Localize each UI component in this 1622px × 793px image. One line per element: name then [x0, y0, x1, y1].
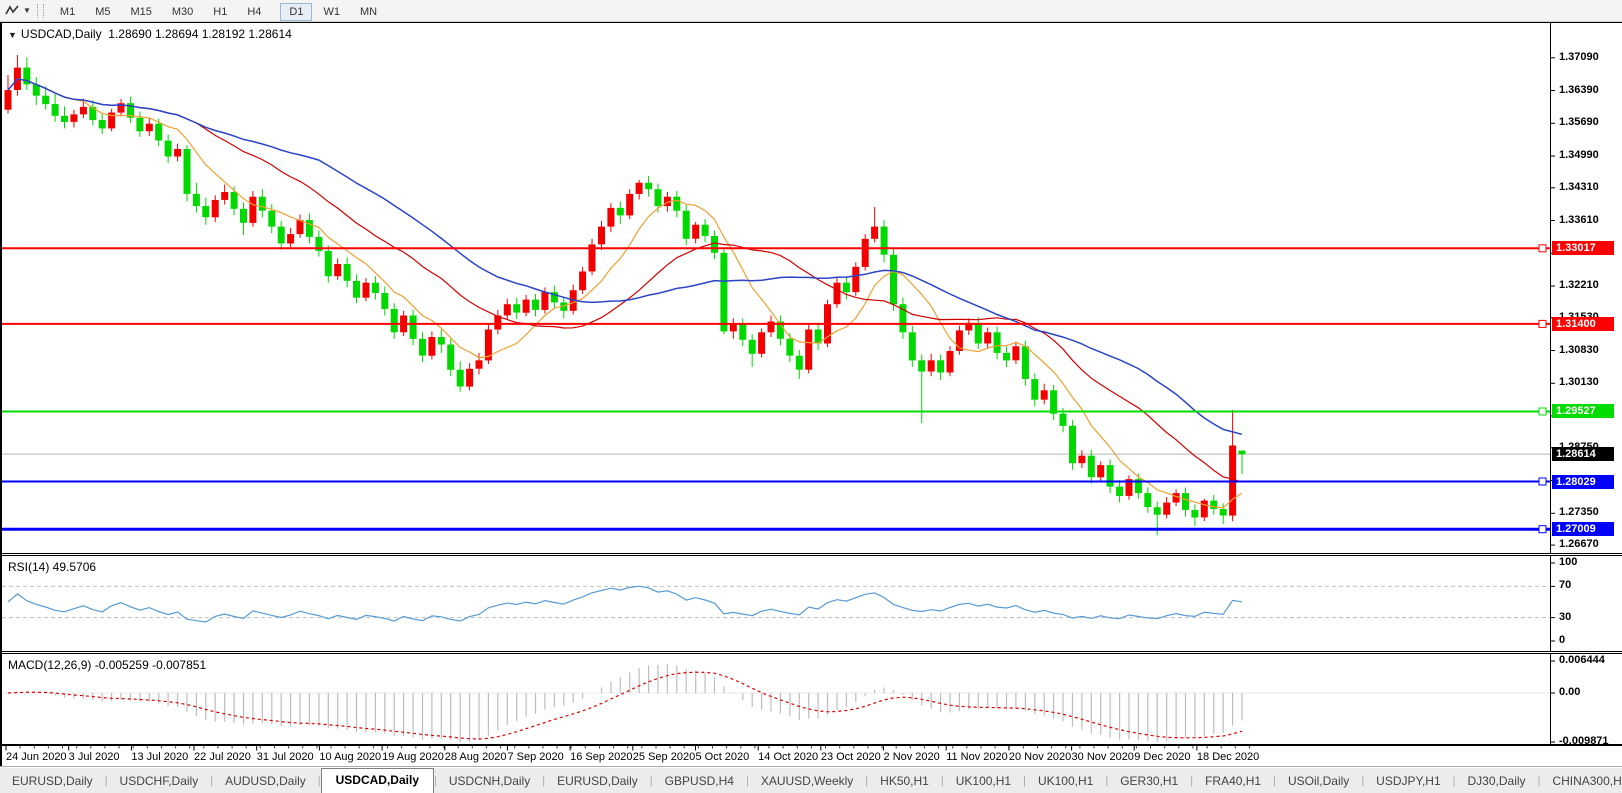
chart-tools-icon[interactable]	[3, 2, 21, 20]
chart-tab-bar: EURUSD,Daily | USDCHF,Daily | AUDUSD,Daily | U…	[0, 766, 1622, 793]
chart-tab-china300-h1[interactable]: CHINA300,H1	[1540, 770, 1622, 793]
price-tick-label: 1.30830	[1559, 343, 1599, 356]
date-tick-label: 31 Jul 2020	[256, 751, 314, 763]
rsi-tick-label: 30	[1559, 610, 1572, 623]
rsi-plot[interactable]	[2, 556, 1622, 651]
hline-price-badge[interactable]: 1.27009	[1552, 522, 1614, 537]
timeframe-button-group: M1 M5 M15 M30 H1 H4 D1 W1 MN	[50, 2, 387, 21]
chevron-down-icon[interactable]: ▼	[23, 6, 31, 15]
date-tick-label: 16 Sep 2020	[570, 751, 633, 763]
price-tick-label: 1.34310	[1559, 180, 1599, 193]
timeframe-button-d1[interactable]: D1	[280, 2, 313, 21]
date-tick-label: 5 Oct 2020	[695, 751, 750, 763]
line-chart-icon	[5, 4, 19, 14]
date-tick-label: 20 Nov 2020	[1008, 751, 1072, 763]
price-tick-label: 1.27350	[1559, 506, 1599, 519]
macd-indicator-pane[interactable]: MACD(12,26,9) -0.005259 -0.007851 0.0064…	[2, 653, 1622, 748]
chart-tab-audusd-daily[interactable]: AUDUSD,Daily	[213, 770, 318, 793]
chart-tab-hk50-h1[interactable]: HK50,H1	[868, 770, 941, 793]
chart-tab-gbpusd-h4[interactable]: GBPUSD,H4	[653, 770, 746, 793]
price-tick-label: 1.35690	[1559, 116, 1599, 129]
macd-tick-label: 0.00	[1559, 686, 1581, 698]
timeframe-button-m15[interactable]: M15	[121, 3, 160, 21]
timeframe-button-w1[interactable]: W1	[314, 3, 349, 21]
date-tick-label: 22 Jul 2020	[194, 751, 251, 763]
chart-tab-eurusd-daily[interactable]: EURUSD,Daily	[545, 770, 650, 793]
chart-tab-usdchf-daily[interactable]: USDCHF,Daily	[108, 770, 211, 793]
macd-axis: 0.006444 0.00 -0.009871	[1550, 654, 1622, 748]
rsi-tick-label: 100	[1559, 556, 1578, 568]
chart-tab-usdjpy-h1[interactable]: USDJPY,H1	[1364, 770, 1452, 793]
date-tick-label: 30 Nov 2020	[1071, 751, 1134, 763]
date-tick-label: 2 Nov 2020	[883, 751, 940, 763]
toolbar: ▼ M1 M5 M15 M30 H1 H4 D1 W1 MN	[0, 0, 1622, 22]
chart-tab-dj30-daily[interactable]: DJ30,Daily	[1456, 770, 1538, 793]
price-tick-label: 1.34990	[1559, 149, 1599, 161]
date-tick-label: 14 Oct 2020	[758, 751, 819, 763]
rsi-tick-label: 70	[1559, 579, 1572, 592]
macd-label: MACD(12,26,9) -0.005259 -0.007851	[8, 658, 207, 672]
hline-price-badge[interactable]: 1.29527	[1552, 404, 1614, 419]
chart-tab-eurusd-daily[interactable]: EURUSD,Daily	[0, 770, 105, 793]
candlestick-plot[interactable]	[2, 23, 1622, 553]
timeframe-button-mn[interactable]: MN	[351, 3, 386, 21]
price-axis: 1.37090 1.36390 1.35690 1.34990 1.34310 1.336…	[1550, 23, 1622, 553]
rsi-label: RSI(14) 49.5706	[8, 560, 97, 574]
timeframe-button-h1[interactable]: H1	[204, 3, 236, 21]
date-tick-label: 28 Aug 2020	[444, 751, 507, 763]
date-tick-label: 10 Aug 2020	[319, 751, 382, 763]
rsi-axis: 100 70 30 0	[1550, 556, 1622, 651]
rsi-tick-label: 0	[1559, 634, 1566, 646]
chart-tab-uk100-h1[interactable]: UK100,H1	[1026, 770, 1105, 793]
macd-tick-label: -0.009871	[1559, 735, 1609, 748]
date-tick-label: 25 Sep 2020	[632, 751, 696, 763]
toolbar-grip-handle[interactable]	[36, 3, 44, 18]
chart-tab-xauusd-weekly[interactable]: XAUUSD,Weekly	[749, 770, 865, 793]
date-tick-label: 11 Nov 2020	[946, 751, 1008, 763]
chart-tab-uk100-h1[interactable]: UK100,H1	[944, 770, 1023, 793]
timeframe-button-h4[interactable]: H4	[238, 3, 270, 21]
price-tick-label: 1.37090	[1559, 50, 1599, 63]
date-tick-label: 18 Dec 2020	[1196, 751, 1260, 763]
chart-tabs: EURUSD,Daily | USDCHF,Daily | AUDUSD,Daily | U…	[0, 768, 1622, 793]
date-tick-label: 13 Jul 2020	[131, 751, 189, 763]
price-tick-label: 1.30130	[1559, 376, 1599, 389]
hline-price-badge[interactable]: 1.33017	[1552, 241, 1614, 256]
date-tick-label: 23 Oct 2020	[820, 751, 881, 763]
chart-tab-usoil-daily[interactable]: USOil,Daily	[1276, 770, 1361, 793]
price-tick-label: 1.33610	[1559, 213, 1599, 226]
macd-plot[interactable]	[2, 654, 1622, 744]
chart-window: ▼ USDCAD,Daily 1.28690 1.28694 1.28192 1.…	[0, 22, 1622, 767]
date-tick-label: 9 Dec 2020	[1134, 751, 1191, 763]
price-tick-label: 1.36390	[1559, 83, 1599, 96]
hline-price-badge[interactable]: 1.31400	[1552, 316, 1614, 331]
price-chart-pane[interactable]: ▼ USDCAD,Daily 1.28690 1.28694 1.28192 1.…	[2, 22, 1622, 554]
price-tick-label: 1.32210	[1559, 279, 1599, 291]
chart-tab-ger30-h1[interactable]: GER30,H1	[1108, 770, 1190, 793]
chart-title: ▼ USDCAD,Daily 1.28690 1.28694 1.28192 1.…	[8, 27, 292, 41]
bid-price-badge: 1.28614	[1552, 447, 1614, 462]
date-tick-label: 19 Aug 2020	[382, 751, 444, 763]
chart-tab-fra40-h1[interactable]: FRA40,H1	[1193, 770, 1273, 793]
date-tick-label: 3 Jul 2020	[68, 751, 120, 763]
hline-price-badge[interactable]: 1.28029	[1552, 474, 1614, 489]
timeframe-button-m5[interactable]: M5	[86, 3, 119, 21]
date-axis[interactable]: 24 Jun 2020 3 Jul 2020 13 Jul 2020 22 Jul 2…	[2, 745, 1622, 767]
chart-title-ohlc: 1.28690 1.28694 1.28192 1.28614	[108, 27, 292, 41]
rsi-indicator-pane[interactable]: RSI(14) 49.5706 100 70 30 0	[2, 555, 1622, 652]
date-tick-label: 24 Jun 2020	[6, 751, 67, 763]
chart-tab-usdcad-daily[interactable]: USDCAD,Daily	[320, 768, 434, 793]
chart-tab-usdcnh-daily[interactable]: USDCNH,Daily	[437, 770, 542, 793]
chart-title-symbol: USDCAD,Daily	[20, 27, 102, 41]
macd-tick-label: 0.006444	[1559, 654, 1605, 666]
timeframe-button-m1[interactable]: M1	[51, 3, 84, 21]
price-tick-label: 1.26670	[1559, 538, 1599, 551]
one-click-trading-caret-icon[interactable]: ▼	[8, 30, 17, 40]
timeframe-button-m30[interactable]: M30	[163, 3, 202, 21]
date-tick-label: 7 Sep 2020	[507, 751, 564, 763]
